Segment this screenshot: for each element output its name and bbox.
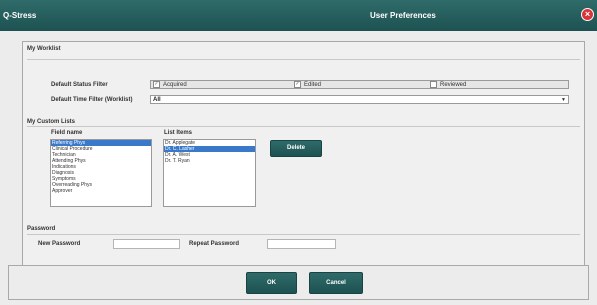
list-item[interactable]: Approver xyxy=(51,188,151,194)
cancel-button[interactable]: Cancel xyxy=(309,272,363,294)
dropdown-arrow-icon[interactable]: ▼ xyxy=(561,96,566,104)
field-name-list[interactable]: Referring Phys Clinical Procedure Techni… xyxy=(50,139,152,207)
status-filter-label: Default Status Filter xyxy=(51,82,108,88)
repeat-password-label: Repeat Password xyxy=(189,241,240,247)
custom-lists-section-title: My Custom Lists xyxy=(27,119,76,125)
dialog-body: My Worklist Default Status Filter ✓ Acqui… xyxy=(0,31,597,305)
checkbox-acquired[interactable]: ✓ Acquired xyxy=(153,81,187,90)
dialog-title: User Preferences xyxy=(370,11,436,20)
ok-button[interactable]: OK xyxy=(246,272,297,294)
preferences-panel: My Worklist Default Status Filter ✓ Acqui… xyxy=(22,41,585,278)
repeat-password-field[interactable] xyxy=(267,239,336,249)
checkbox-acquired-box[interactable]: ✓ xyxy=(153,81,160,88)
checkbox-edited[interactable]: ✓ Edited xyxy=(294,81,321,90)
divider xyxy=(27,59,580,60)
divider xyxy=(27,126,580,127)
new-password-field[interactable] xyxy=(113,239,180,249)
checkbox-reviewed[interactable]: Reviewed xyxy=(430,81,466,90)
divider xyxy=(27,234,580,235)
checkbox-edited-box[interactable]: ✓ xyxy=(294,81,301,88)
time-filter-select[interactable]: All ▼ xyxy=(150,95,569,104)
time-filter-value: All xyxy=(153,97,161,103)
status-filter-group: ✓ Acquired ✓ Edited Reviewed xyxy=(150,80,569,89)
app-name: Q-Stress xyxy=(3,11,37,20)
time-filter-label: Default Time Filter (Worklist) xyxy=(51,97,133,103)
list-items-label: List Items xyxy=(164,130,193,136)
worklist-section-title: My Worklist xyxy=(27,46,61,52)
checkbox-reviewed-box[interactable] xyxy=(430,81,437,88)
new-password-label: New Password xyxy=(38,241,81,247)
password-section-title: Password xyxy=(27,226,56,232)
close-icon[interactable]: × xyxy=(581,8,594,21)
field-name-label: Field name xyxy=(51,130,83,136)
checkbox-reviewed-label: Reviewed xyxy=(440,82,467,89)
list-items-list[interactable]: Dr. Applegate Dr. C. Lasher Dr. A. West … xyxy=(163,139,256,207)
title-bar: Q-Stress User Preferences × xyxy=(0,0,597,31)
checkbox-edited-label: Edited xyxy=(304,82,322,89)
delete-button[interactable]: Delete xyxy=(270,140,322,157)
button-bar: OK Cancel xyxy=(8,265,589,300)
checkbox-acquired-label: Acquired xyxy=(163,82,187,89)
list-item[interactable]: Dr. T. Ryan xyxy=(164,158,255,164)
